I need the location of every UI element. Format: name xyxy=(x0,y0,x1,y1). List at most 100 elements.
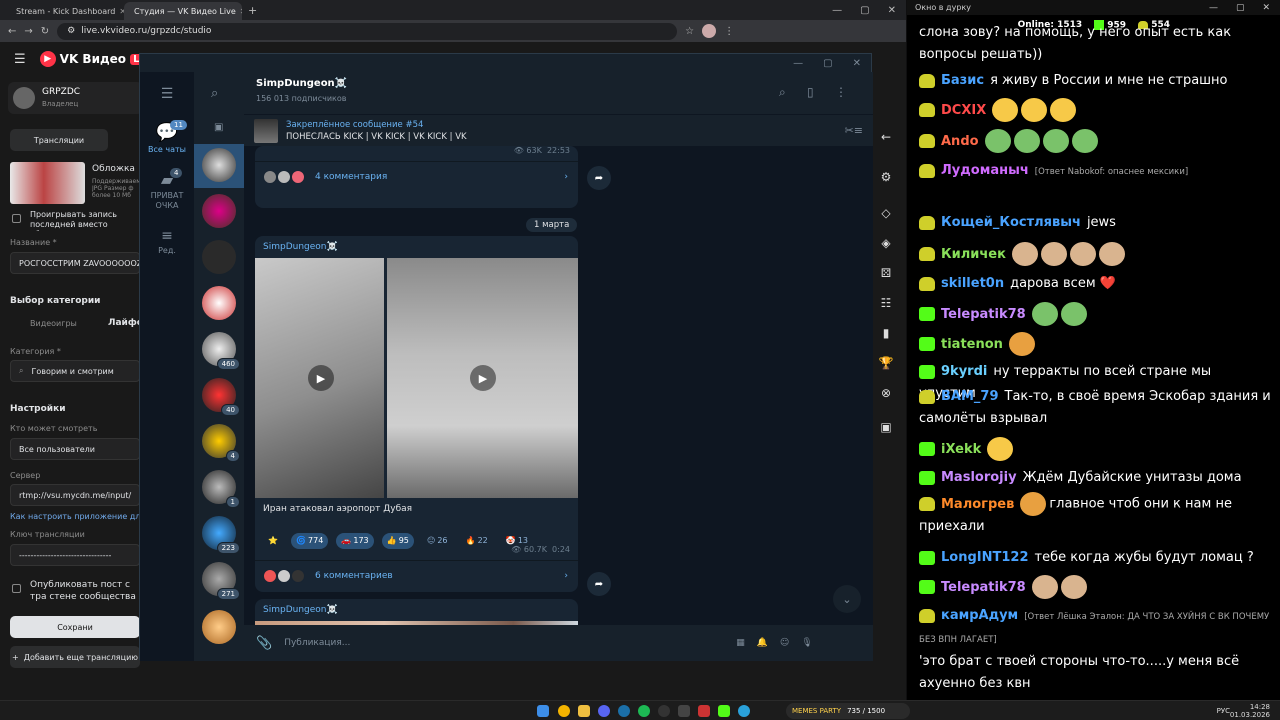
chat-avatar[interactable] xyxy=(202,148,236,182)
chat-avatar[interactable]: 1 xyxy=(202,470,240,508)
chat-username[interactable]: LongINT122 xyxy=(941,550,1029,565)
reload-icon[interactable]: ↻ xyxy=(41,26,49,37)
trophy-icon[interactable]: 🏆 xyxy=(878,356,894,372)
gem-icon[interactable]: ◈ xyxy=(878,236,894,252)
minimize-icon[interactable]: — xyxy=(832,5,842,16)
chat-username[interactable]: Telepatik78 xyxy=(941,580,1026,595)
profile-avatar[interactable] xyxy=(702,24,717,38)
sidebar-toggle-icon[interactable]: ▯ xyxy=(807,85,814,99)
stream-key-input[interactable]: -------------------------------- xyxy=(10,544,140,566)
new-tab-button[interactable]: + xyxy=(242,4,263,20)
kick-app-icon[interactable] xyxy=(718,705,730,717)
bookmark-star-icon[interactable]: ☆ xyxy=(685,26,694,37)
share-button[interactable]: ➦ xyxy=(587,166,611,190)
site-info-icon[interactable]: ⚙ xyxy=(67,26,75,36)
chat-avatar[interactable] xyxy=(202,240,236,274)
chat-username[interactable]: камрАдум xyxy=(941,608,1018,623)
message-input[interactable]: Публикация... xyxy=(284,638,724,648)
minimize-icon[interactable]: — xyxy=(1209,3,1218,13)
maximize-icon[interactable]: ▢ xyxy=(860,5,869,16)
close-window-icon[interactable]: ✕ xyxy=(888,5,896,16)
cover-thumbnail[interactable] xyxy=(10,162,85,204)
url-field[interactable]: ⚙ live.vkvideo.ru/grpzdc/studio xyxy=(57,22,678,40)
menu-icon[interactable]: ☰ xyxy=(140,86,194,102)
clock[interactable]: 14:28 01.03.2026 xyxy=(1230,703,1270,719)
start-icon[interactable] xyxy=(537,705,549,717)
maximize-icon[interactable]: ▢ xyxy=(1236,3,1245,13)
chat-username[interactable]: Киличек xyxy=(941,247,1006,262)
search-icon[interactable]: ⌕ xyxy=(779,85,786,100)
folder-private[interactable]: ▰ 4 ПРИВАТ ОЧКА xyxy=(140,168,194,211)
save-button[interactable]: Сохрани xyxy=(10,616,140,638)
back-arrow-icon[interactable]: ← xyxy=(878,130,894,146)
stats-icon[interactable]: ▮ xyxy=(878,326,894,342)
folder-edit[interactable]: ≡ Ред. xyxy=(140,228,194,255)
chat-username[interactable]: 9kyrdi xyxy=(941,364,987,379)
reaction-chip[interactable]: 😐 26 xyxy=(422,533,453,549)
obs-icon[interactable] xyxy=(658,705,670,717)
clip-icon[interactable]: ▣ xyxy=(878,420,894,436)
chrome-icon[interactable] xyxy=(558,705,570,717)
close-icon[interactable]: ✕ xyxy=(853,58,861,69)
telegram-icon[interactable] xyxy=(738,705,750,717)
maximize-icon[interactable]: ▢ xyxy=(823,58,832,69)
memes-party-widget[interactable]: MEMES PARTY 735 / 1500 xyxy=(786,703,910,719)
chat-avatar[interactable] xyxy=(202,610,236,644)
server-input[interactable]: rtmp://vsu.mycdn.me/input/ xyxy=(10,484,140,506)
chat-username[interactable]: DCXIX xyxy=(941,103,986,118)
hamburger-menu-icon[interactable]: ☰ xyxy=(14,52,26,67)
search-icon[interactable]: ⌕ xyxy=(211,86,218,101)
microphone-icon[interactable]: 🎙 xyxy=(801,638,812,648)
chat-avatar[interactable] xyxy=(202,286,236,320)
archive-icon[interactable]: ▣ xyxy=(214,122,223,133)
channel-card[interactable]: GRPZDC Владелец xyxy=(8,82,143,114)
minimize-icon[interactable]: — xyxy=(793,58,803,69)
steam-icon[interactable] xyxy=(618,705,630,717)
forward-icon[interactable]: → xyxy=(24,26,32,37)
streams-tab-button[interactable]: Трансляции xyxy=(10,129,108,151)
pinned-list-icon[interactable]: ✂≡ xyxy=(845,124,863,137)
chat-avatar[interactable]: 40 xyxy=(202,378,240,416)
scroll-down-button[interactable]: ⌄ xyxy=(833,585,861,613)
category-tab-games[interactable]: Видеоигры xyxy=(30,319,77,328)
chat-username[interactable]: Ando xyxy=(941,134,979,149)
comments-link[interactable]: 4 комментария › xyxy=(255,161,578,191)
play-icon[interactable]: ▶ xyxy=(308,365,334,391)
chat-username[interactable]: Малогрев xyxy=(941,497,1014,512)
menu-dots-icon[interactable]: ⋮ xyxy=(724,26,734,37)
chat-username[interactable]: Maslorojiy xyxy=(941,470,1017,485)
tab-vk-studio[interactable]: Студия — VK Видео Live ✕ xyxy=(124,2,242,20)
channel-header[interactable]: SimpDungeon☠️ 156 013 подписчиков ⌕ ▯ ⋮ xyxy=(244,72,873,114)
diamond-icon[interactable]: ◇ xyxy=(878,206,894,222)
category-input[interactable]: ⌕ Говорим и смотрим xyxy=(10,360,140,382)
reaction-chip[interactable]: 🔥 22 xyxy=(461,533,493,549)
tab-kick-dashboard[interactable]: Stream - Kick Dashboard ✕ xyxy=(6,2,124,20)
more-icon[interactable]: ⋮ xyxy=(835,85,847,99)
spotify-icon[interactable] xyxy=(638,705,650,717)
chat-username[interactable]: tiatenon xyxy=(941,337,1003,352)
add-stream-button[interactable]: + Добавить еще трансляцию xyxy=(10,646,140,668)
chat-username[interactable]: skillet0n xyxy=(941,276,1004,291)
close-icon[interactable]: ✕ xyxy=(1262,3,1270,13)
chat-avatar[interactable]: 223 xyxy=(202,516,240,554)
chat-username[interactable]: Кощей_Костлявыч xyxy=(941,215,1081,230)
language-indicator[interactable]: РУС xyxy=(1217,707,1230,715)
explorer-icon[interactable] xyxy=(578,705,590,717)
attach-icon[interactable]: 📎 xyxy=(256,636,272,651)
who-can-watch-select[interactable]: Все пользователи xyxy=(10,438,140,460)
settings-icon[interactable]: ⚙ xyxy=(878,170,894,186)
chat-username[interactable]: Лудоманыч xyxy=(941,163,1029,178)
name-input[interactable]: РОСГОССТРИМ ZAVOOOOOOZ xyxy=(10,252,140,274)
folder-all-chats[interactable]: 💬 11 Все чаты xyxy=(140,120,194,154)
pinned-message-bar[interactable]: Закреплённое сообщение #54 ПОНЕСЛАСЬ KIC… xyxy=(244,114,873,146)
comments-link[interactable]: 6 комментариев › xyxy=(255,560,578,590)
reaction-star[interactable]: ⭐ xyxy=(263,533,283,549)
bell-icon[interactable]: 🔔 xyxy=(757,638,768,648)
chat-username[interactable]: BAM_79 xyxy=(941,389,999,404)
reaction-chip[interactable]: 👍 95 xyxy=(381,532,414,549)
chat-username[interactable]: iXekk xyxy=(941,442,981,457)
chat-avatar[interactable] xyxy=(202,194,236,228)
emoji-icon[interactable]: ☺ xyxy=(780,638,789,648)
chat-avatar[interactable]: 460 xyxy=(202,332,240,370)
video-left[interactable]: ▶ xyxy=(255,258,384,498)
